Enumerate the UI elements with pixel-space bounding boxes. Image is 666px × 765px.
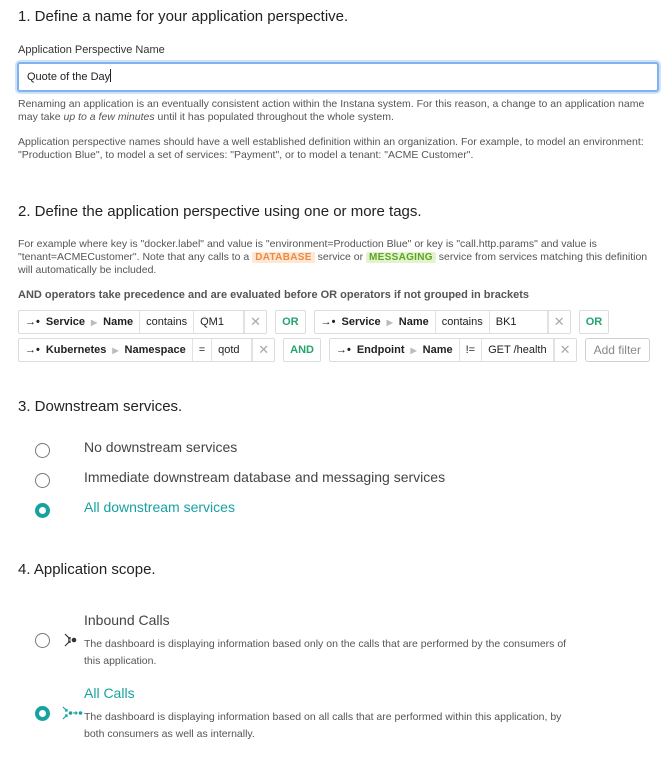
name-input[interactable]: Quote of the Day (17, 62, 659, 92)
database-tag: DATABASE (252, 252, 315, 263)
tags-help-text: For example where key is "docker.label" … (18, 238, 658, 277)
scope-radio-inbound[interactable] (35, 633, 50, 648)
remove-filter-icon[interactable]: ✕ (244, 311, 266, 333)
rename-help-part: until it has populated throughout the wh… (154, 111, 394, 123)
entity-arrow-icon: →• (335, 344, 351, 356)
logic-operator-button[interactable]: OR (275, 310, 306, 334)
all-calls-icon (62, 706, 83, 720)
filter-entity: Kubernetes (45, 344, 107, 356)
caret-right-icon: ▶ (112, 345, 119, 355)
operator-precedence-note: AND operators take precedence and are ev… (18, 289, 530, 301)
downstream-option-none[interactable]: No downstream services (84, 439, 237, 455)
naming-help-text: Application perspective names should hav… (18, 136, 644, 161)
filter-key[interactable]: →• Kubernetes ▶ Namespace (19, 339, 193, 361)
filter-operator[interactable]: = (193, 339, 213, 361)
filter-key[interactable]: →• Endpoint ▶ Name (330, 339, 460, 361)
remove-filter-icon[interactable]: ✕ (553, 339, 576, 361)
logic-operator-button[interactable]: OR (578, 310, 610, 334)
caret-right-icon: ▶ (91, 317, 98, 327)
messaging-tag: MESSAGING (366, 252, 436, 263)
filter-entity: Service (45, 316, 86, 328)
filter-attribute: Name (422, 344, 453, 356)
scope-radio-all[interactable] (35, 706, 50, 721)
tag-filter[interactable]: →• Service ▶ Name contains QM1 ✕ (18, 310, 268, 334)
rename-help-text: Renaming an application is an eventually… (18, 98, 658, 124)
filter-value[interactable]: BK1 (490, 311, 548, 333)
entity-arrow-icon: →• (25, 344, 40, 356)
entity-arrow-icon: →• (25, 316, 40, 328)
section3-heading: 3. Downstream services. (18, 398, 183, 415)
filter-value[interactable]: QM1 (194, 311, 245, 333)
filter-entity: Endpoint (356, 344, 405, 356)
remove-filter-icon[interactable]: ✕ (547, 311, 570, 333)
filter-attribute: Name (398, 316, 429, 328)
downstream-option-immediate[interactable]: Immediate downstream database and messag… (84, 469, 445, 485)
tags-help-part: service or (314, 251, 367, 263)
filter-value[interactable]: GET /health (482, 339, 554, 361)
inbound-calls-icon (64, 633, 77, 647)
filter-key[interactable]: →• Service ▶ Name (19, 311, 141, 333)
downstream-radio-all[interactable] (35, 503, 50, 518)
tag-filter[interactable]: →• Endpoint ▶ Name != GET /health ✕ (328, 338, 577, 362)
caret-right-icon: ▶ (410, 345, 417, 355)
filter-value[interactable]: qotd (212, 339, 253, 361)
tag-filter[interactable]: →• Service ▶ Name contains BK1 ✕ (313, 310, 571, 334)
filter-operator[interactable]: contains (140, 311, 195, 333)
add-filter-button[interactable]: Add filter (584, 338, 650, 362)
downstream-radio-none[interactable] (35, 443, 50, 458)
filter-attribute: Namespace (124, 344, 186, 356)
section4-heading: 4. Application scope. (18, 561, 156, 578)
rename-help-emphasis: up to a few minutes (63, 111, 155, 123)
name-input-value: Quote of the Day (27, 71, 111, 83)
remove-filter-icon[interactable]: ✕ (252, 339, 274, 361)
logic-operator-button[interactable]: AND (283, 338, 321, 362)
section2-heading: 2. Define the application perspective us… (18, 203, 422, 220)
filter-row-1: →• Service ▶ Name contains QM1 ✕ OR →• Servi… (18, 310, 617, 334)
scope-option-all-desc: The dashboard is displaying information … (84, 711, 562, 740)
text-cursor (110, 69, 112, 82)
downstream-option-all[interactable]: All downstream services (84, 499, 235, 515)
section1-heading: 1. Define a name for your application pe… (18, 8, 349, 25)
downstream-radio-immediate[interactable] (35, 473, 50, 488)
filter-operator[interactable]: contains (436, 311, 490, 333)
filter-key[interactable]: →• Service ▶ Name (315, 311, 436, 333)
filter-entity: Service (341, 316, 381, 328)
entity-arrow-icon: →• (320, 316, 336, 328)
filter-attribute: Name (103, 316, 134, 328)
scope-option-all-title[interactable]: All Calls (84, 685, 135, 701)
tag-filter[interactable]: →• Kubernetes ▶ Namespace = qotd ✕ (18, 338, 276, 362)
scope-option-inbound-desc: The dashboard is displaying information … (84, 638, 567, 667)
scope-option-inbound-title[interactable]: Inbound Calls (84, 612, 170, 628)
caret-right-icon: ▶ (386, 317, 393, 327)
name-field-label: Application Perspective Name (18, 44, 165, 56)
filter-row-2: →• Kubernetes ▶ Namespace = qotd ✕ AND →• En… (18, 338, 650, 362)
filter-operator[interactable]: != (460, 339, 483, 361)
